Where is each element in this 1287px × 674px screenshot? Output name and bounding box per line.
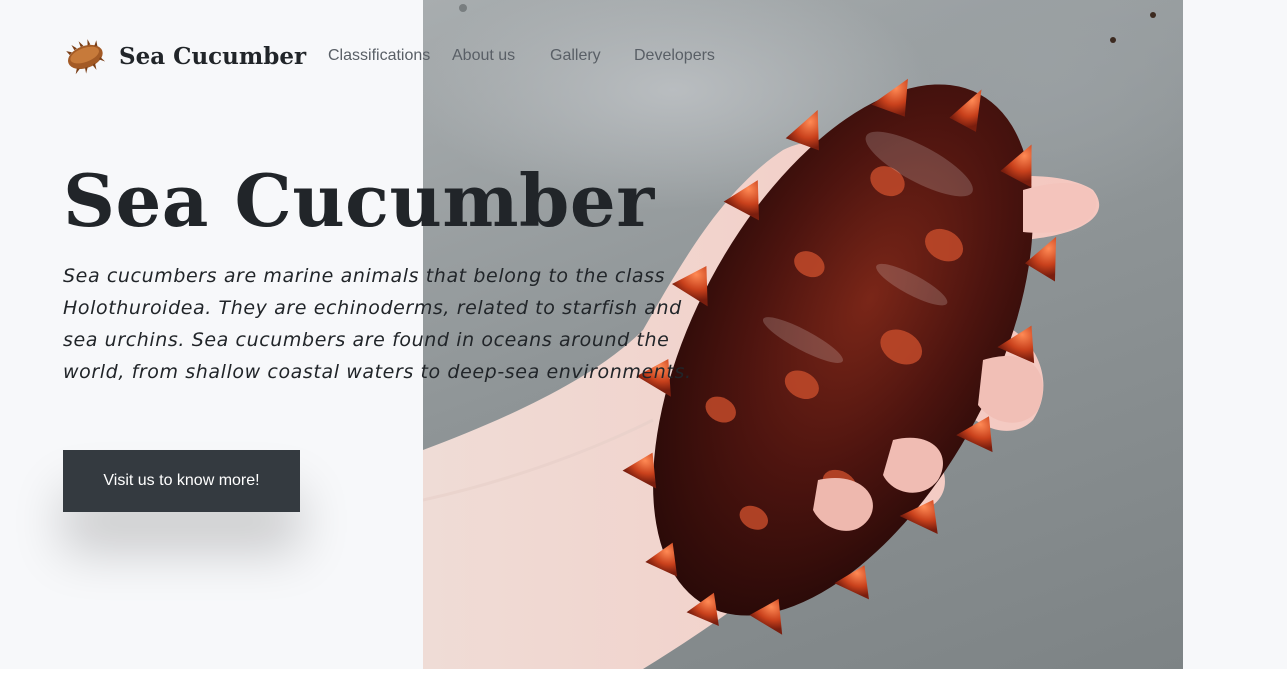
visit-us-button[interactable]: Visit us to know more! bbox=[63, 450, 300, 512]
nav-link-gallery[interactable]: Gallery bbox=[550, 47, 601, 65]
nav-link-about-us[interactable]: About us bbox=[452, 47, 515, 65]
bottom-strip bbox=[0, 669, 1287, 674]
hero-description: Sea cucumbers are marine animals that be… bbox=[63, 265, 692, 383]
brand-name: Sea Cucumber bbox=[119, 42, 307, 70]
nav-link-classifications[interactable]: Classifications bbox=[328, 47, 430, 65]
brand[interactable]: Sea Cucumber bbox=[63, 36, 306, 76]
nav-link-developers[interactable]: Developers bbox=[634, 47, 715, 65]
hero-title: Sea Cucumber bbox=[63, 158, 655, 243]
sea-cucumber-logo-icon bbox=[66, 39, 106, 75]
landing-page: Sea Cucumber Classifications About us Ga… bbox=[0, 0, 1287, 674]
